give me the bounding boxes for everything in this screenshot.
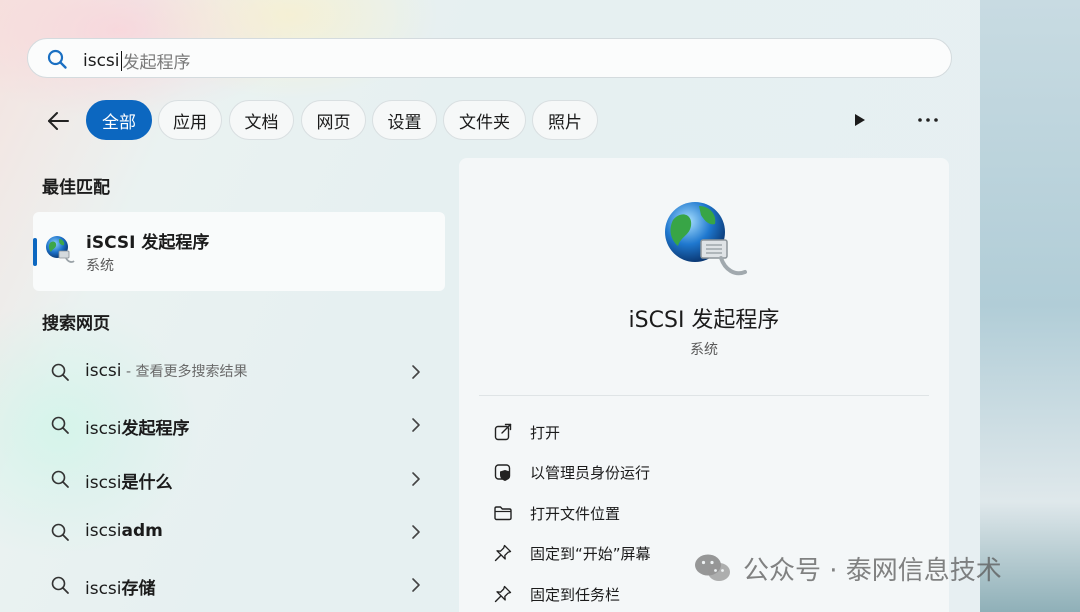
web-search-item[interactable]: iscsi存储	[33, 562, 445, 608]
action-run-as-admin[interactable]: 以管理员身份运行	[493, 458, 913, 488]
action-open-file-location[interactable]: 打开文件位置	[493, 499, 913, 529]
back-arrow-icon	[48, 112, 69, 130]
web-search-item[interactable]: iscsi - 查看更多搜索结果	[33, 349, 445, 395]
query-suffix: - 查看更多搜索结果	[121, 364, 248, 380]
action-label: 打开文件位置	[530, 505, 621, 523]
folder-icon	[494, 506, 512, 521]
chevron-right-icon	[412, 525, 420, 539]
action-label: 固定到任务栏	[530, 586, 621, 604]
query-suffix: 存储	[121, 579, 156, 599]
chevron-right-icon	[412, 472, 420, 486]
ellipsis-icon	[918, 118, 938, 122]
pin-icon	[494, 544, 512, 562]
watermark-text: 公众号 · 泰网信息技术	[743, 555, 1002, 586]
filter-web[interactable]: 网页	[301, 100, 366, 140]
query-suffix: adm	[121, 521, 163, 541]
result-detail-pane: iSCSI 发起程序 系统 打开 以管理员身份运行 打开文件位置 固定到“开始”…	[459, 158, 949, 612]
search-input[interactable]: iscsi 发起程序	[27, 38, 952, 78]
open-external-icon	[494, 423, 512, 441]
pin-icon	[494, 585, 512, 603]
web-search-text: iscsiadm	[85, 521, 163, 541]
query-prefix: iscsi	[85, 521, 122, 541]
back-button[interactable]	[40, 103, 76, 139]
action-label: 以管理员身份运行	[530, 464, 651, 482]
search-icon	[47, 49, 67, 69]
search-text[interactable]: iscsi 发起程序	[83, 48, 191, 73]
best-match-subtitle: 系统	[86, 258, 114, 274]
selection-indicator	[33, 238, 37, 266]
query-prefix: iscsi	[85, 361, 122, 381]
query-prefix: iscsi	[85, 419, 122, 439]
search-autocomplete-hint: 发起程序	[122, 53, 191, 73]
chevron-right-icon	[412, 578, 420, 592]
chevron-right-icon	[412, 418, 420, 432]
filter-documents[interactable]: 文档	[229, 100, 294, 140]
search-icon	[51, 363, 69, 381]
filter-folders[interactable]: 文件夹	[443, 100, 526, 140]
search-icon	[51, 470, 69, 488]
text-caret	[120, 50, 122, 71]
iscsi-globe-icon	[46, 236, 75, 263]
web-search-text: iscsi发起程序	[85, 414, 190, 439]
filter-all[interactable]: 全部	[86, 100, 152, 140]
detail-subtitle: 系统	[690, 342, 718, 358]
best-match-result[interactable]: iSCSI 发起程序 系统	[33, 212, 445, 291]
query-suffix: 是什么	[121, 473, 173, 493]
search-query[interactable]: iscsi	[83, 51, 120, 71]
action-open[interactable]: 打开	[493, 418, 913, 448]
best-match-heading: 最佳匹配	[42, 178, 110, 198]
web-search-text: iscsi - 查看更多搜索结果	[85, 361, 247, 381]
search-icon	[51, 416, 69, 434]
search-icon	[51, 576, 69, 594]
action-label: 固定到“开始”屏幕	[530, 545, 651, 563]
more-options-button[interactable]	[910, 105, 946, 135]
web-search-text: iscsi是什么	[85, 468, 173, 493]
web-search-item[interactable]: iscsi是什么	[33, 456, 445, 502]
query-suffix: 发起程序	[121, 419, 190, 439]
play-arrow-icon	[855, 114, 865, 126]
filter-settings[interactable]: 设置	[372, 100, 437, 140]
web-search-item[interactable]: iscsiadm	[33, 509, 445, 555]
web-search-item[interactable]: iscsi发起程序	[33, 402, 445, 448]
wechat-icon	[695, 554, 730, 581]
watermark: 公众号 · 泰网信息技术	[693, 550, 1002, 586]
iscsi-globe-icon	[665, 202, 747, 276]
best-match-title: iSCSI 发起程序	[86, 233, 210, 253]
query-prefix: iscsi	[85, 473, 122, 493]
divider	[479, 395, 929, 396]
shield-admin-icon	[494, 464, 511, 481]
search-icon	[51, 523, 69, 541]
start-search-panel: iscsi 发起程序 全部 应用 文档 网页 设置 文件夹 照片 最佳匹配 iS…	[0, 0, 980, 612]
filter-photos[interactable]: 照片	[532, 100, 598, 140]
more-filters-button[interactable]	[845, 105, 875, 135]
action-label: 打开	[530, 424, 561, 442]
filter-apps[interactable]: 应用	[158, 100, 222, 140]
web-search-heading: 搜索网页	[42, 314, 110, 334]
chevron-right-icon	[412, 365, 420, 379]
web-search-text: iscsi存储	[85, 574, 156, 599]
query-prefix: iscsi	[85, 579, 122, 599]
detail-title: iSCSI 发起程序	[628, 308, 780, 333]
